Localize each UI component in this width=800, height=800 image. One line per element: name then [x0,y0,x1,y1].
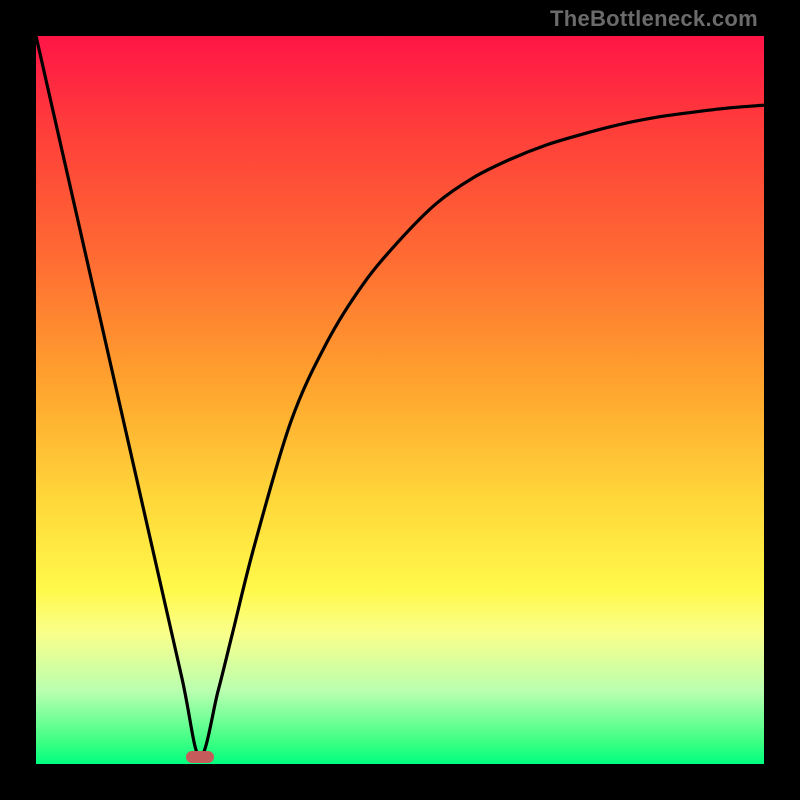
curve-path [36,36,764,757]
curve-svg [36,36,764,764]
optimal-point-marker [186,751,214,763]
chart-frame: TheBottleneck.com [0,0,800,800]
plot-area [36,36,764,764]
watermark-text: TheBottleneck.com [550,6,758,32]
